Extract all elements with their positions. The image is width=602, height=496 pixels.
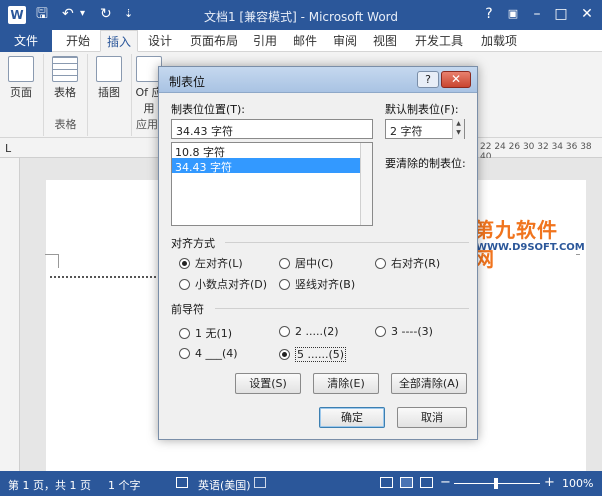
radio-dot[interactable] <box>179 327 190 339</box>
list-scrollbar[interactable] <box>360 143 372 225</box>
zoom-level[interactable]: 100% <box>562 477 593 490</box>
align-right-radio[interactable]: 右对齐(R) <box>375 255 440 271</box>
spin-up-icon[interactable]: ▲ <box>453 119 464 128</box>
ribbon-display-icon[interactable]: ▣ <box>502 5 524 23</box>
pages-button[interactable]: 页面 <box>4 56 38 100</box>
radio-dot[interactable] <box>179 257 190 269</box>
print-layout-icon[interactable] <box>400 477 413 488</box>
tab-stop-item-selected[interactable]: 34.43 字符 <box>172 158 372 174</box>
read-mode-icon[interactable] <box>380 477 393 488</box>
ribbon-tabs: 文件 开始 插入 设计 页面布局 引用 邮件 审阅 视图 开发工具 加载项 <box>0 30 602 52</box>
tab-file[interactable]: 文件 <box>0 30 52 52</box>
radio-dot[interactable] <box>179 278 190 290</box>
proofing-icon[interactable] <box>176 477 188 488</box>
spin-down-icon[interactable]: ▼ <box>453 128 464 137</box>
illustrations-button[interactable]: 插图 <box>92 56 126 100</box>
macro-record-icon[interactable] <box>254 477 266 488</box>
align-bar-radio[interactable]: 竖线对齐(B) <box>279 276 355 292</box>
radio-dot[interactable] <box>179 348 190 359</box>
leader-header: 前导符 <box>171 303 204 316</box>
tab-position-input[interactable]: 34.43 字符 <box>171 119 373 139</box>
tab-page-layout[interactable]: 页面布局 <box>184 30 244 52</box>
tab-stop-list[interactable]: 10.8 字符 34.43 字符 <box>171 142 373 226</box>
dialog-close-button[interactable]: ✕ <box>441 71 471 88</box>
set-button[interactable]: 设置(S) <box>235 373 301 394</box>
tab-selector[interactable]: L <box>5 142 11 155</box>
leader-underline-radio[interactable]: 4 ___(4) <box>179 347 238 360</box>
tab-view[interactable]: 视图 <box>370 30 400 52</box>
radio-dot[interactable] <box>279 349 290 360</box>
radio-dot[interactable] <box>375 257 386 269</box>
leader-dots-radio[interactable]: 2 .....(2) <box>279 325 339 338</box>
ribbon-group-illustrations: 插图 <box>88 54 132 136</box>
language[interactable]: 英语(美国) <box>198 477 251 493</box>
tabs-to-clear-label: 要清除的制表位: <box>385 157 466 170</box>
page-icon <box>8 56 34 82</box>
radio-dot[interactable] <box>375 326 386 337</box>
ribbon-group-tables: 表格 表格 <box>44 54 88 136</box>
alignment-header: 对齐方式 <box>171 237 215 250</box>
align-center-radio[interactable]: 居中(C) <box>279 255 333 271</box>
margin-corner-mark <box>45 254 59 268</box>
help-icon[interactable]: ? <box>478 5 500 23</box>
maximize-icon[interactable]: □ <box>550 5 572 23</box>
leader-divider <box>215 308 469 309</box>
ok-button[interactable]: 确定 <box>319 407 385 428</box>
leader-dashes-radio[interactable]: 3 ----(3) <box>375 325 433 338</box>
tab-position-label: 制表位位置(T): <box>171 103 246 116</box>
leader-middle-dots-radio[interactable]: 5 ......(5) <box>279 347 347 362</box>
default-tab-label: 默认制表位(F): <box>385 103 459 116</box>
table-button[interactable]: 表格 <box>48 56 82 100</box>
page-count[interactable]: 第 1 页，共 1 页 <box>8 477 91 493</box>
leader-none-radio[interactable]: 1 无(1) <box>179 325 232 341</box>
dialog-title-bar[interactable]: 制表位 ? ✕ <box>159 67 477 93</box>
vertical-ruler[interactable] <box>0 158 20 471</box>
dialog-help-button[interactable]: ? <box>417 71 439 88</box>
tab-references[interactable]: 引用 <box>250 30 280 52</box>
radio-dot[interactable] <box>279 326 290 337</box>
alignment-divider <box>225 242 469 243</box>
title-bar: W 🖫 ↶ ▾ ↻ ⇣ 文档1 [兼容模式] - Microsoft Word … <box>0 0 602 30</box>
tab-review[interactable]: 审阅 <box>330 30 360 52</box>
minimize-icon[interactable]: – <box>526 5 548 23</box>
tabs-dialog: 制表位 ? ✕ 制表位位置(T): 34.43 字符 10.8 字符 34.43… <box>158 66 478 440</box>
shapes-icon <box>96 56 122 82</box>
default-tab-spinner[interactable]: ▲ ▼ <box>452 119 464 139</box>
tab-insert[interactable]: 插入 <box>100 30 138 52</box>
dialog-title: 制表位 <box>169 75 206 89</box>
ribbon-group-label: 表格 <box>54 118 77 131</box>
tab-design[interactable]: 设计 <box>142 30 178 52</box>
table-icon <box>52 56 78 82</box>
cancel-button[interactable]: 取消 <box>397 407 467 428</box>
tab-home[interactable]: 开始 <box>58 30 98 52</box>
status-bar: 第 1 页，共 1 页 1 个字 英语(美国) − + 100% <box>0 471 602 496</box>
clear-all-button[interactable]: 全部清除(A) <box>391 373 467 394</box>
word-count[interactable]: 1 个字 <box>108 477 141 493</box>
ribbon-group-pages: 页面 <box>0 54 44 136</box>
close-window-icon[interactable]: ✕ <box>576 5 598 23</box>
tab-stop-item[interactable]: 10.8 字符 <box>172 143 372 159</box>
dot-leader-line <box>50 276 160 278</box>
zoom-slider-thumb[interactable] <box>494 478 498 489</box>
zoom-in-icon[interactable]: + <box>544 475 555 490</box>
radio-dot[interactable] <box>279 257 290 269</box>
tab-mailings[interactable]: 邮件 <box>290 30 320 52</box>
watermark-url: WWW.D9SOFT.COM <box>476 242 585 253</box>
radio-dot[interactable] <box>279 278 290 290</box>
align-left-radio[interactable]: 左对齐(L) <box>179 255 243 271</box>
clear-button[interactable]: 清除(E) <box>313 373 379 394</box>
web-layout-icon[interactable] <box>420 477 433 488</box>
zoom-out-icon[interactable]: − <box>440 475 451 490</box>
align-decimal-radio[interactable]: 小数点对齐(D) <box>179 276 267 292</box>
tab-developer[interactable]: 开发工具 <box>410 30 468 52</box>
tab-addins[interactable]: 加载项 <box>476 30 522 52</box>
